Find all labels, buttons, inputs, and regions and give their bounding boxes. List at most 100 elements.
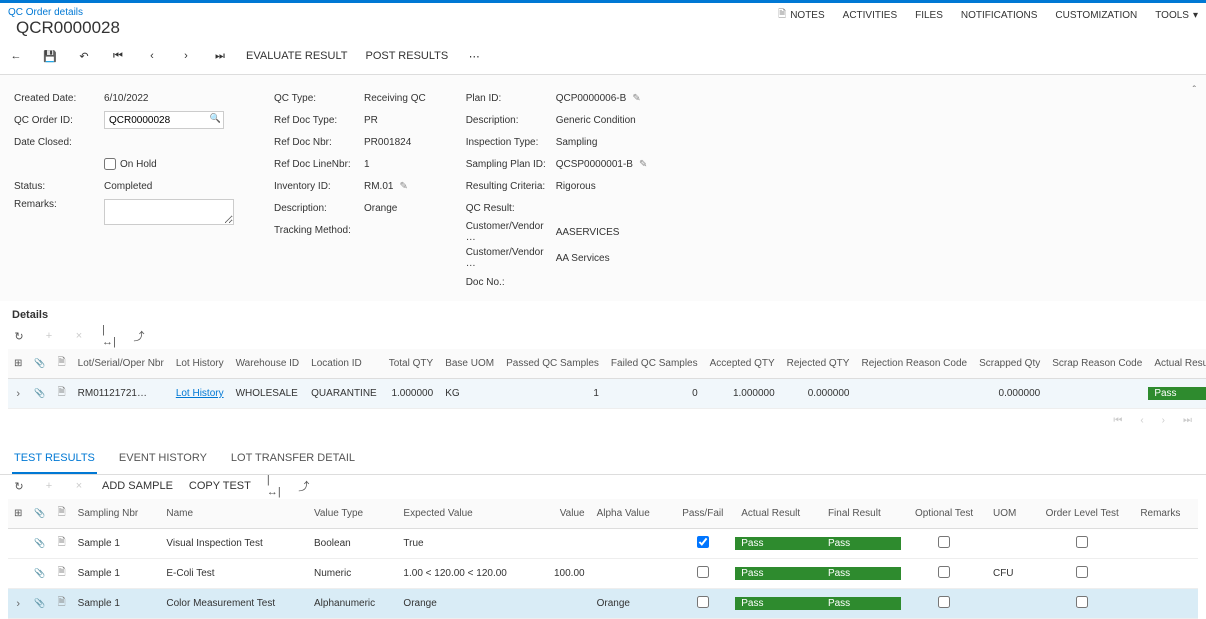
remarks-input[interactable] [104, 199, 234, 225]
col-lot[interactable]: Lot/Serial/Oper Nbr [72, 349, 170, 379]
order-level-checkbox[interactable] [1076, 536, 1088, 548]
col-scrap-reason[interactable]: Scrap Reason Code [1046, 349, 1148, 379]
clip-icon[interactable] [34, 598, 45, 609]
col-name[interactable]: Name [160, 499, 308, 529]
col-actual[interactable]: Actual Result [735, 499, 822, 529]
refresh-icon[interactable]: ↻ [12, 329, 26, 343]
clip-icon[interactable] [34, 568, 45, 579]
col-uom[interactable]: Base UOM [439, 349, 500, 379]
col-expected[interactable]: Expected Value [397, 499, 538, 529]
breadcrumb[interactable]: QC Order details [8, 7, 128, 18]
tools-link[interactable]: TOOLS ▾ [1155, 10, 1198, 21]
col-select[interactable]: ⊞ [8, 349, 28, 379]
page-title: QCR0000028 [8, 18, 128, 44]
fit-columns-icon[interactable]: |↔| [267, 479, 281, 493]
pencil-icon[interactable]: ✎ [399, 181, 407, 192]
table-row[interactable]: RM01121721… Lot History WHOLESALE QUARAN… [8, 379, 1206, 409]
col-vtype[interactable]: Value Type [308, 499, 397, 529]
next-icon[interactable]: › [178, 48, 194, 64]
ref-doc-line-value: 1 [364, 159, 370, 170]
notes-icon [778, 7, 786, 24]
clip-icon[interactable] [34, 538, 45, 549]
col-hist[interactable]: Lot History [170, 349, 230, 379]
back-icon[interactable]: ← [8, 48, 24, 64]
col-final[interactable]: Final Result [822, 499, 901, 529]
passfail-checkbox[interactable] [697, 596, 709, 608]
col-samp[interactable]: Sampling Nbr [72, 499, 161, 529]
clip-icon[interactable] [34, 388, 45, 399]
table-row[interactable]: Sample 1E-Coli TestNumeric1.00 < 120.00 … [8, 559, 1198, 589]
col-loc[interactable]: Location ID [305, 349, 383, 379]
undo-icon[interactable]: ↶ [76, 48, 92, 64]
col-value[interactable]: Value [539, 499, 591, 529]
fit-columns-icon[interactable]: |↔| [102, 329, 116, 343]
col-passed[interactable]: Passed QC Samples [500, 349, 605, 379]
collapse-icon[interactable]: ˆ [1193, 85, 1196, 96]
on-hold-checkbox[interactable] [104, 158, 116, 170]
pencil-icon[interactable]: ✎ [632, 93, 640, 104]
order-id-input[interactable] [104, 111, 224, 129]
add-sample-button[interactable]: ADD SAMPLE [102, 480, 173, 492]
last-icon[interactable]: ⏭ [212, 48, 228, 64]
order-level-checkbox[interactable] [1076, 566, 1088, 578]
final-result-badge: Pass [822, 537, 901, 550]
evaluate-result-button[interactable]: EVALUATE RESULT [246, 50, 347, 62]
col-uom[interactable]: UOM [987, 499, 1030, 529]
lot-history-link[interactable]: Lot History [176, 388, 224, 399]
expand-icon[interactable] [16, 389, 20, 400]
col-clip[interactable] [28, 349, 51, 379]
more-icon[interactable]: ⋯ [466, 48, 482, 64]
col-wh[interactable]: Warehouse ID [230, 349, 306, 379]
col-failed[interactable]: Failed QC Samples [605, 349, 704, 379]
prev-icon[interactable]: ‹ [144, 48, 160, 64]
passfail-checkbox[interactable] [697, 536, 709, 548]
tab-test-results[interactable]: TEST RESULTS [12, 442, 97, 474]
col-doc[interactable] [52, 499, 72, 529]
col-optional[interactable]: Optional Test [901, 499, 987, 529]
table-row[interactable]: Sample 1Visual Inspection TestBooleanTru… [8, 529, 1198, 559]
passfail-checkbox[interactable] [697, 566, 709, 578]
export-icon[interactable]: ⤴ [297, 479, 311, 493]
samp-plan-value: QCSP0000001-B [556, 159, 633, 170]
activities-link[interactable]: ACTIVITIES [843, 10, 897, 21]
files-link[interactable]: FILES [915, 10, 943, 21]
col-select[interactable]: ⊞ [8, 499, 28, 529]
col-pf[interactable]: Pass/Fail [670, 499, 735, 529]
table-row[interactable]: Sample 1Color Measurement TestAlphanumer… [8, 589, 1198, 619]
col-reason[interactable]: Rejection Reason Code [855, 349, 973, 379]
col-order-level[interactable]: Order Level Test [1030, 499, 1134, 529]
order-level-checkbox[interactable] [1076, 596, 1088, 608]
customization-link[interactable]: CUSTOMIZATION [1055, 10, 1137, 21]
col-rejected[interactable]: Rejected QTY [781, 349, 856, 379]
notifications-link[interactable]: NOTIFICATIONS [961, 10, 1037, 21]
doc-icon[interactable] [58, 537, 66, 548]
col-doc[interactable] [52, 349, 72, 379]
optional-checkbox[interactable] [938, 536, 950, 548]
ref-doc-nbr-value: PR001824 [364, 137, 411, 148]
optional-checkbox[interactable] [938, 596, 950, 608]
export-icon[interactable]: ⤴ [132, 329, 146, 343]
first-icon[interactable]: ⏮ [110, 48, 126, 64]
col-remarks[interactable]: Remarks [1134, 499, 1198, 529]
col-qty[interactable]: Total QTY [383, 349, 439, 379]
tab-event-history[interactable]: EVENT HISTORY [117, 442, 209, 474]
doc-icon[interactable] [58, 597, 66, 608]
tab-lot-transfer[interactable]: LOT TRANSFER DETAIL [229, 442, 357, 474]
notes-link[interactable]: NOTES [778, 7, 825, 24]
col-scrapped[interactable]: Scrapped Qty [973, 349, 1046, 379]
expand-icon[interactable] [16, 599, 20, 610]
doc-icon[interactable] [58, 567, 66, 578]
inventory-id-value: RM.01 [364, 181, 393, 192]
optional-checkbox[interactable] [938, 566, 950, 578]
ref-doc-type-value: PR [364, 115, 378, 126]
pencil-icon[interactable]: ✎ [639, 159, 647, 170]
copy-test-button[interactable]: COPY TEST [189, 480, 251, 492]
plan-desc-value: Generic Condition [556, 115, 636, 126]
col-alpha[interactable]: Alpha Value [591, 499, 671, 529]
doc-icon[interactable] [58, 387, 66, 398]
refresh-icon[interactable]: ↻ [12, 479, 26, 493]
post-results-button[interactable]: POST RESULTS [365, 50, 448, 62]
col-actual[interactable]: Actual Result [1148, 349, 1206, 379]
col-accepted[interactable]: Accepted QTY [704, 349, 781, 379]
col-clip[interactable] [28, 499, 51, 529]
